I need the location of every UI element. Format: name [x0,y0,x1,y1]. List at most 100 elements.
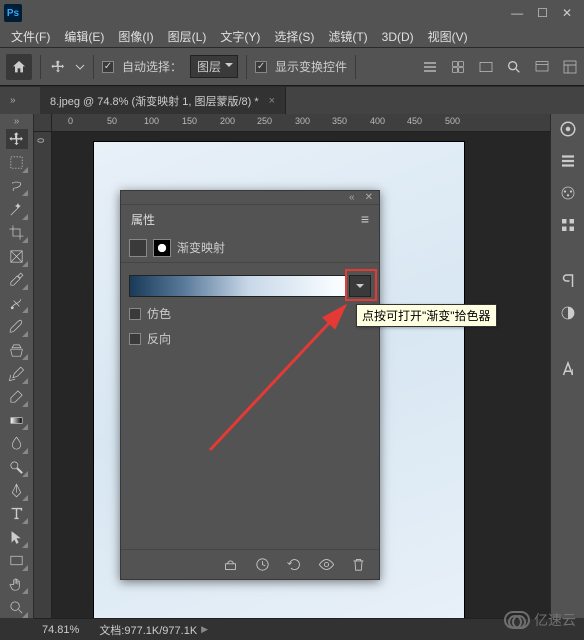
path-selection-tool[interactable] [6,527,28,547]
separator [93,55,94,79]
color-panel-icon[interactable] [557,118,579,140]
panel-close-icon[interactable]: ✕ [365,192,373,203]
menu-3d[interactable]: 3D(D) [375,30,421,44]
search-icon[interactable] [506,59,522,75]
panel-grip[interactable]: « ✕ [121,191,379,205]
ruler-tick: 200 [220,116,235,126]
panel-body: 仿色 反向 [121,263,379,359]
menu-type[interactable]: 文字(Y) [213,28,267,45]
panel-menu-icon[interactable]: ≡ [361,211,369,227]
menu-select[interactable]: 选择(S) [267,28,321,45]
paragraph-panel-icon[interactable] [557,270,579,292]
zoom-level[interactable]: 74.81% [42,624,79,636]
dither-label: 仿色 [147,305,171,322]
dither-checkbox[interactable] [129,308,141,320]
clip-to-layer-icon[interactable] [221,556,239,574]
move-tool-icon[interactable] [49,58,67,76]
magic-wand-tool[interactable] [6,199,28,219]
screen-mode-icon[interactable] [534,59,550,75]
gradient-picker-dropdown[interactable] [349,275,371,297]
arrange-icon[interactable] [478,59,494,75]
minimize-button[interactable]: — [511,6,523,20]
adjustment-type-row: 渐变映射 [121,233,379,263]
libraries-panel-icon[interactable] [557,150,579,172]
3d-mode-icon[interactable] [450,59,466,75]
home-button[interactable] [6,54,32,80]
brush-tool[interactable] [6,316,28,336]
healing-brush-tool[interactable] [6,293,28,313]
workspace-icon[interactable] [562,59,578,75]
reverse-checkbox[interactable] [129,333,141,345]
history-brush-tool[interactable] [6,363,28,383]
maximize-button[interactable]: ☐ [537,6,548,20]
marquee-tool[interactable] [6,152,28,172]
auto-select-target[interactable]: 图层 [190,55,238,78]
reset-icon[interactable] [285,556,303,574]
adjustments-panel-icon[interactable] [557,214,579,236]
document-tab-title: 8.jpeg @ 74.8% (渐变映射 1, 图层蒙版/8) * [50,93,259,109]
watermark-text: 亿速云 [534,610,576,630]
home-icon [11,59,27,75]
ruler-origin[interactable] [34,114,52,132]
document-tab[interactable]: 8.jpeg @ 74.8% (渐变映射 1, 图层蒙版/8) * × [40,87,286,114]
toggle-visibility-icon[interactable] [317,556,335,574]
separator [246,55,247,79]
watermark: 亿速云 [504,610,576,630]
view-previous-icon[interactable] [253,556,271,574]
panel-collapse-icon[interactable]: « [349,192,355,203]
move-tool[interactable] [6,129,28,149]
ruler-tick: 350 [332,116,347,126]
menu-image[interactable]: 图像(I) [111,28,160,45]
dodge-tool[interactable] [6,457,28,477]
pen-tool[interactable] [6,480,28,500]
show-transform-checkbox[interactable] [255,61,267,73]
dropdown-arrow-icon[interactable] [75,58,85,76]
hand-tool[interactable] [6,574,28,594]
type-tool[interactable] [6,504,28,524]
close-tab-icon[interactable]: × [269,95,275,107]
eyedropper-tool[interactable] [6,270,28,290]
panel-title[interactable]: 属性 [131,211,155,228]
ruler-tick: 450 [407,116,422,126]
close-button[interactable]: ✕ [562,6,572,20]
panel-chevrons-icon[interactable]: » [10,95,16,106]
panel-footer [121,549,379,579]
ruler-tick: 500 [445,116,460,126]
menu-view[interactable]: 视图(V) [421,28,475,45]
separator [40,55,41,79]
ruler-tick: 100 [144,116,159,126]
zoom-tool[interactable] [6,597,28,617]
swatches-panel-icon[interactable] [557,182,579,204]
frame-tool[interactable] [6,246,28,266]
align-icon[interactable] [422,59,438,75]
gradient-tool[interactable] [6,410,28,430]
gradient-preview[interactable] [129,275,347,297]
delete-adjustment-icon[interactable] [349,556,367,574]
auto-select-checkbox[interactable] [102,61,114,73]
menu-filter[interactable]: 滤镜(T) [321,28,374,45]
ruler-vertical[interactable]: 0 [34,132,52,618]
eraser-tool[interactable] [6,387,28,407]
menu-edit[interactable]: 编辑(E) [57,28,111,45]
statusbar: 74.81% 文档:977.1K/977.1K ▶ [34,618,550,640]
ps-logo: Ps [4,4,22,22]
document-info[interactable]: 文档:977.1K/977.1K [99,622,197,638]
ruler-horizontal[interactable]: 0 50 100 150 200 250 300 350 400 450 500 [52,114,550,132]
lasso-tool[interactable] [6,176,28,196]
document-tabbar: » 8.jpeg @ 74.8% (渐变映射 1, 图层蒙版/8) * × [0,86,584,114]
blur-tool[interactable] [6,433,28,453]
ruler-tick: 0 [36,138,46,143]
rectangle-tool[interactable] [6,551,28,571]
character-panel-icon[interactable] [557,358,579,380]
crop-tool[interactable] [6,223,28,243]
clone-stamp-tool[interactable] [6,340,28,360]
menu-file[interactable]: 文件(F) [4,28,57,45]
brushes-panel-icon[interactable] [557,302,579,324]
ruler-tick: 0 [68,116,73,126]
expand-toolbox-icon[interactable]: » [0,116,33,126]
menu-layer[interactable]: 图层(L) [161,28,214,45]
auto-select-label: 自动选择： [122,58,182,75]
panel-dock [550,114,584,618]
info-dropdown-icon[interactable]: ▶ [201,624,208,635]
mask-icon[interactable] [153,239,171,257]
